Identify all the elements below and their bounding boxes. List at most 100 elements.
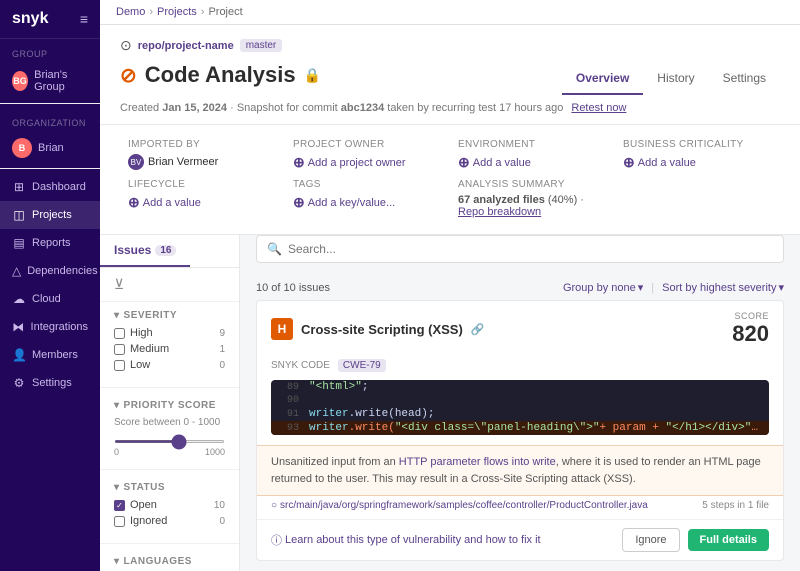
tab-overview[interactable]: Overview (562, 63, 643, 95)
add-environment-link[interactable]: ⊕ Add a value (458, 154, 607, 171)
repo-line: ⊙ repo/project-name master (120, 37, 780, 54)
repo-breakdown-link[interactable]: Repo breakdown (458, 206, 541, 218)
sidebar-item-settings[interactable]: ⚙ Settings (0, 369, 100, 397)
sidebar-toggle-icon[interactable]: ≡ (80, 11, 88, 27)
branch-badge: master (240, 39, 283, 52)
imported-by-label: IMPORTED BY (128, 139, 277, 150)
sidebar-item-cloud[interactable]: ☁ Cloud (0, 285, 100, 313)
sidebar-logo-row: snyk ≡ (0, 0, 100, 39)
issues-count-badge: 16 (155, 245, 176, 256)
issues-tab[interactable]: Issues 16 (100, 235, 190, 267)
issues-area: Issues 16 ⊻ ▾ SEVERITY High 9 (100, 235, 800, 571)
sidebar-item-dashboard[interactable]: ⊞ Dashboard (0, 173, 100, 201)
retest-link[interactable]: Retest now (571, 102, 626, 114)
slider-min: 0 (114, 447, 119, 457)
status-filter-section: ▾ STATUS ✓ Open 10 Ignored 0 (100, 474, 239, 539)
sidebar-item-label-settings: Settings (32, 377, 72, 389)
tab-history[interactable]: History (643, 63, 708, 95)
priority-filter-section: ▾ PRIORITY SCORE Score between 0 - 1000 … (100, 392, 239, 465)
status-ignored-checkbox[interactable] (114, 516, 125, 527)
priority-score-slider[interactable] (114, 440, 225, 443)
issue-1-file-path[interactable]: ○ src/main/java/org/springframework/samp… (271, 500, 648, 511)
severity-low-checkbox[interactable] (114, 360, 125, 371)
breadcrumb-demo[interactable]: Demo (116, 6, 145, 18)
severity-medium-checkbox[interactable] (114, 344, 125, 355)
group-name-item[interactable]: BG Brian's Group (0, 63, 100, 99)
status-ignored-label: Ignored (130, 515, 167, 527)
analysis-summary-label: ANALYSIS SUMMARY (458, 179, 607, 190)
dashboard-icon: ⊞ (12, 180, 26, 194)
languages-chevron: ▾ (114, 556, 120, 567)
issue-1-cwe-badge[interactable]: CWE-79 (338, 359, 386, 372)
meta-text: Created Jan 15, 2024 · Snapshot for comm… (120, 102, 563, 114)
sidebar-item-members[interactable]: 👤 Members (0, 341, 100, 369)
breadcrumb-sep-2: › (201, 6, 205, 18)
issue-1-link-icon[interactable]: 🔗 (471, 323, 485, 336)
full-details-button[interactable]: Full details (688, 529, 769, 551)
analysis-summary-value: 67 analyzed files (40%) · Repo breakdown (458, 194, 607, 218)
issues-sort: Group by none ▾ | Sort by highest severi… (563, 281, 784, 294)
add-business-criticality-link[interactable]: ⊕ Add a value (623, 154, 772, 171)
sidebar-item-dependencies[interactable]: △ Dependencies (0, 257, 100, 285)
breadcrumb-projects[interactable]: Projects (157, 6, 197, 18)
http-param-link[interactable]: HTTP parameter flows into write (399, 456, 556, 468)
project-meta: Created Jan 15, 2024 · Snapshot for comm… (120, 96, 780, 124)
sidebar-item-integrations[interactable]: ⧓ Integrations (0, 313, 100, 341)
languages-filter-section: ▾ LANGUAGES Java 10 (100, 548, 239, 571)
filter-icon-row[interactable]: ⊻ (100, 268, 239, 302)
breadcrumb-project: Project (208, 6, 242, 18)
issue-1-severity-badge: H (271, 318, 293, 340)
severity-section-title: ▾ SEVERITY (114, 310, 225, 321)
add-tags-link[interactable]: ⊕ Add a key/value... (293, 194, 442, 211)
languages-section-title: ▾ LANGUAGES (114, 556, 225, 567)
dependencies-icon: △ (12, 264, 21, 278)
org-avatar: B (12, 138, 32, 158)
sidebar-item-projects[interactable]: ◫ Projects (0, 201, 100, 229)
group-by-link[interactable]: Group by none ▾ (563, 281, 643, 294)
code-line-91: 91 writer.write(head); (271, 407, 769, 421)
issues-count-text: 10 of 10 issues (256, 282, 330, 294)
issue-1-code-snippet: 89 "<html>"; 90 91 writer.write(head); 9… (271, 380, 769, 435)
settings-icon: ⚙ (12, 376, 26, 390)
tab-settings[interactable]: Settings (709, 63, 780, 95)
repo-name[interactable]: repo/project-name (138, 40, 234, 52)
cloud-icon: ☁ (12, 292, 26, 306)
add-environment-icon: ⊕ (458, 154, 470, 171)
issue-card-1: H Cross-site Scripting (XSS) 🔗 SCORE 820… (256, 300, 784, 561)
analysis-summary-cell: ANALYSIS SUMMARY 67 analyzed files (40%)… (450, 175, 615, 222)
severity-medium-item: Medium 1 (114, 343, 225, 355)
add-project-owner-icon: ⊕ (293, 154, 305, 171)
add-lifecycle-icon: ⊕ (128, 194, 140, 211)
business-criticality-label: BUSINESS CRITICALITY (623, 139, 772, 150)
issue-1-meta-row: SNYK CODE CWE-79 (257, 357, 783, 380)
severity-medium-count: 1 (219, 344, 225, 355)
org-name-item[interactable]: B Brian (0, 132, 100, 164)
severity-high-label: High (130, 327, 153, 339)
project-header: ⊙ repo/project-name master ⊘ Code Analys… (100, 25, 800, 125)
project-title-row: ⊘ Code Analysis 🔒 Overview History Setti… (120, 62, 780, 96)
ignore-button[interactable]: Ignore (622, 528, 679, 552)
status-open-item: ✓ Open 10 (114, 499, 225, 511)
issue-1-learn-link[interactable]: ⓘ Learn about this type of vulnerability… (271, 532, 541, 548)
issue-1-score-label: SCORE (732, 311, 769, 321)
add-project-owner-link[interactable]: ⊕ Add a project owner (293, 154, 442, 171)
info-grid: IMPORTED BY BV Brian Vermeer PROJECT OWN… (100, 125, 800, 235)
reports-icon: ▤ (12, 236, 26, 250)
issue-1-snyk-code: SNYK CODE (271, 360, 330, 371)
sidebar: snyk ≡ GROUP BG Brian's Group ORGANIZATI… (0, 0, 100, 571)
priority-chevron: ▾ (114, 400, 120, 411)
breadcrumb-sep-1: › (149, 6, 153, 18)
search-input[interactable] (288, 242, 773, 256)
group-section-label: GROUP (0, 39, 100, 63)
status-chevron: ▾ (114, 482, 120, 493)
sidebar-item-reports[interactable]: ▤ Reports (0, 229, 100, 257)
add-lifecycle-link[interactable]: ⊕ Add a value (128, 194, 277, 211)
group-avatar: BG (12, 71, 28, 91)
search-bar: 🔍 (256, 235, 784, 263)
priority-section-title: ▾ PRIORITY SCORE (114, 400, 225, 411)
issue-1-file-ref: ○ src/main/java/org/springframework/samp… (257, 496, 783, 519)
severity-high-checkbox[interactable] (114, 328, 125, 339)
issues-list: 🔍 10 of 10 issues Group by none ▾ | Sort… (240, 235, 800, 571)
status-open-checkbox[interactable]: ✓ (114, 500, 125, 511)
sort-by-link[interactable]: Sort by highest severity ▾ (662, 281, 784, 294)
